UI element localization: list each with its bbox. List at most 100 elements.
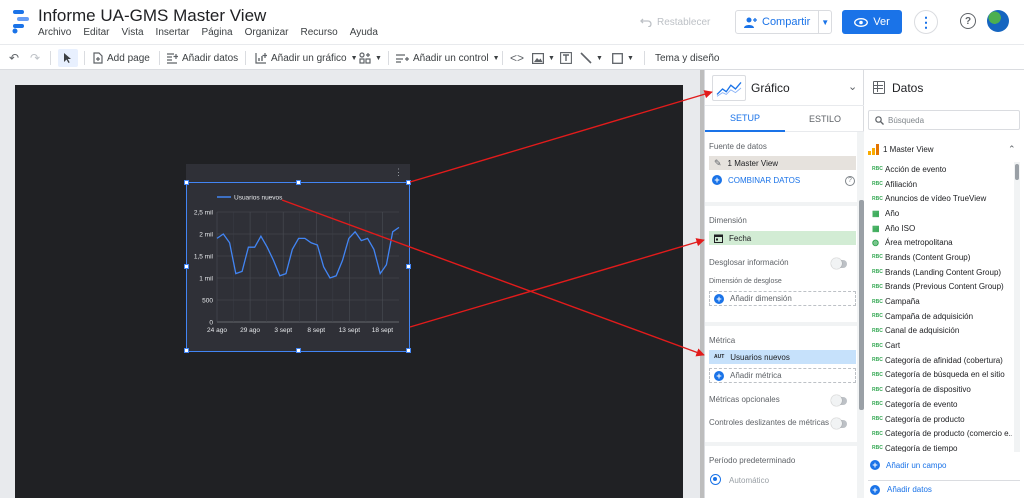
menu-archivo[interactable]: Archivo: [38, 27, 71, 38]
code-symbol: <>: [510, 51, 525, 65]
field-item[interactable]: RBC Categoría de dispositivo: [868, 382, 1012, 397]
automatic-radio[interactable]: [710, 474, 721, 485]
field-item[interactable]: RBC Brands (Landing Content Group): [868, 265, 1012, 280]
field-item[interactable]: RBC Brands (Previous Content Group): [868, 280, 1012, 295]
field-item[interactable]: RBC Categoría de evento: [868, 397, 1012, 412]
help-icon[interactable]: ?: [845, 176, 855, 186]
chevron-down-icon[interactable]: ⌄: [848, 80, 857, 93]
field-item[interactable]: RBC Anuncios de vídeo TrueView: [868, 191, 1012, 206]
blend-data-label: COMBINAR DATOS: [728, 175, 801, 185]
field-item[interactable]: ▦ Año: [868, 206, 1012, 221]
field-item-label: Afiliación: [885, 179, 918, 189]
field-item-label: Cart: [885, 341, 901, 351]
field-item[interactable]: RBC Categoría de afinidad (cobertura): [868, 353, 1012, 368]
field-list-scrollbar[interactable]: [1014, 162, 1020, 452]
field-item[interactable]: RBC Categoría de tiempo: [868, 441, 1012, 452]
chart-menu-icon[interactable]: ⋮: [394, 167, 403, 178]
resize-handle-right[interactable]: [406, 264, 411, 269]
menu-vista[interactable]: Vista: [121, 27, 143, 38]
menu-organizar[interactable]: Organizar: [245, 27, 289, 38]
text-field-icon: RBC: [872, 342, 883, 349]
data-panel: Datos Búsqueda 1 Master View ⌃ RBC Acción…: [864, 70, 1024, 498]
metric-sliders-label: Controles deslizantes de métricas: [709, 418, 830, 427]
pencil-icon[interactable]: ✎: [714, 158, 722, 169]
resize-handle-top[interactable]: [296, 180, 301, 185]
add-metric-button[interactable]: + Añadir métrica: [709, 368, 856, 383]
field-item[interactable]: RBC Campaña de adquisición: [868, 309, 1012, 324]
add-chart-button[interactable]: Añadir un gráfico ▼: [255, 49, 358, 67]
menu-insertar[interactable]: Insertar: [156, 27, 190, 38]
menu-pagina[interactable]: Página: [201, 27, 232, 38]
select-cursor-icon[interactable]: [58, 49, 78, 67]
plus-icon: +: [870, 484, 880, 495]
add-data-panel-button[interactable]: + Añadir datos: [868, 480, 1020, 498]
menu-recurso[interactable]: Recurso: [301, 27, 338, 38]
more-options-icon[interactable]: ⋮: [914, 10, 938, 34]
redo-icon[interactable]: ↷: [30, 49, 40, 67]
field-item[interactable]: ◍ Área metropolitana: [868, 235, 1012, 250]
add-data-button[interactable]: Añadir datos: [166, 49, 238, 67]
x-tick-label: 24 ago: [207, 327, 227, 334]
field-item[interactable]: RBC Campaña: [868, 294, 1012, 309]
community-viz-button[interactable]: ▼: [359, 49, 382, 67]
field-item[interactable]: RBC Brands (Content Group): [868, 250, 1012, 265]
drilldown-toggle[interactable]: [831, 258, 847, 269]
share-button[interactable]: Compartir ▼: [735, 10, 832, 34]
resize-handle-bottom-right[interactable]: [406, 348, 411, 353]
field-item[interactable]: RBC Categoría de búsqueda en el sitio: [868, 368, 1012, 383]
text-field-icon: RBC: [872, 269, 883, 276]
add-page-button[interactable]: Add page: [93, 49, 150, 67]
field-item[interactable]: ▦ Año ISO: [868, 221, 1012, 236]
share-dropdown-icon[interactable]: ▼: [819, 18, 831, 27]
theme-layout-button[interactable]: Tema y diseño: [655, 49, 719, 67]
report-title[interactable]: Informe UA-GMS Master View: [38, 6, 266, 26]
reset-button[interactable]: Restablecer: [640, 10, 720, 34]
field-item[interactable]: RBC Acción de evento: [868, 162, 1012, 177]
field-item[interactable]: RBC Categoría de producto: [868, 412, 1012, 427]
add-control-button[interactable]: Añadir un control ▼: [396, 49, 500, 67]
field-list-scrollbar-thumb[interactable]: [1015, 164, 1019, 180]
optional-metrics-label: Métricas opcionales: [709, 395, 780, 404]
shape-button[interactable]: ▼: [612, 49, 634, 67]
chart-selection-frame[interactable]: 0 500 1 mil 1,5 mil 2 mil 2,5 mil 24 ago 29 ago…: [184, 180, 411, 353]
add-field-button[interactable]: + Añadir un campo: [870, 460, 946, 470]
time-series-chart-icon[interactable]: [712, 75, 746, 101]
properties-title: Gráfico: [751, 81, 790, 95]
help-icon[interactable]: ?: [960, 13, 976, 29]
data-panel-title: Datos: [892, 81, 924, 95]
blend-data-button[interactable]: + COMBINAR DATOS: [712, 175, 800, 185]
tab-estilo[interactable]: ESTILO: [785, 106, 865, 132]
menu-editar[interactable]: Editar: [83, 27, 109, 38]
field-item[interactable]: RBC Categoría de producto (comercio e...: [868, 426, 1012, 441]
image-button[interactable]: ▼: [532, 49, 555, 67]
metric-chip[interactable]: AUT Usuarios nuevos: [709, 350, 856, 364]
tab-setup[interactable]: SETUP: [705, 106, 785, 132]
add-dimension-button[interactable]: + Añadir dimensión: [709, 291, 856, 306]
resize-handle-bottom[interactable]: [296, 348, 301, 353]
data-source-row[interactable]: 1 Master View ⌃: [868, 142, 1020, 156]
field-item[interactable]: RBC Cart: [868, 338, 1012, 353]
line-button[interactable]: ▼: [580, 49, 603, 67]
resize-handle-top-left[interactable]: [184, 180, 189, 185]
field-item[interactable]: RBC Canal de adquisición: [868, 324, 1012, 339]
field-item[interactable]: RBC Afiliación: [868, 177, 1012, 192]
metric-sliders-toggle[interactable]: [831, 418, 847, 429]
collapse-icon[interactable]: ⌃: [1008, 144, 1016, 155]
legend-label: Usuarios nuevos: [234, 195, 283, 202]
view-button[interactable]: Ver: [842, 10, 902, 34]
embed-url-icon[interactable]: <>: [510, 49, 524, 67]
reset-label: Restablecer: [657, 16, 711, 28]
resize-handle-bottom-left[interactable]: [184, 348, 189, 353]
undo-icon[interactable]: ↶: [9, 49, 19, 67]
menu-ayuda[interactable]: Ayuda: [350, 27, 378, 38]
optional-metrics-toggle[interactable]: [831, 395, 847, 406]
resize-handle-top-right[interactable]: [406, 180, 411, 185]
menu-bar: Archivo Editar Vista Insertar Página Org…: [38, 27, 390, 38]
user-avatar[interactable]: [987, 10, 1009, 32]
text-box-icon[interactable]: [560, 49, 572, 67]
dimension-chip[interactable]: Fecha: [709, 231, 856, 245]
data-source-chip[interactable]: ✎ 1 Master View: [709, 156, 856, 170]
field-search-input[interactable]: Búsqueda: [868, 110, 1020, 130]
resize-handle-left[interactable]: [184, 264, 189, 269]
x-tick-label: 29 ago: [240, 327, 260, 334]
